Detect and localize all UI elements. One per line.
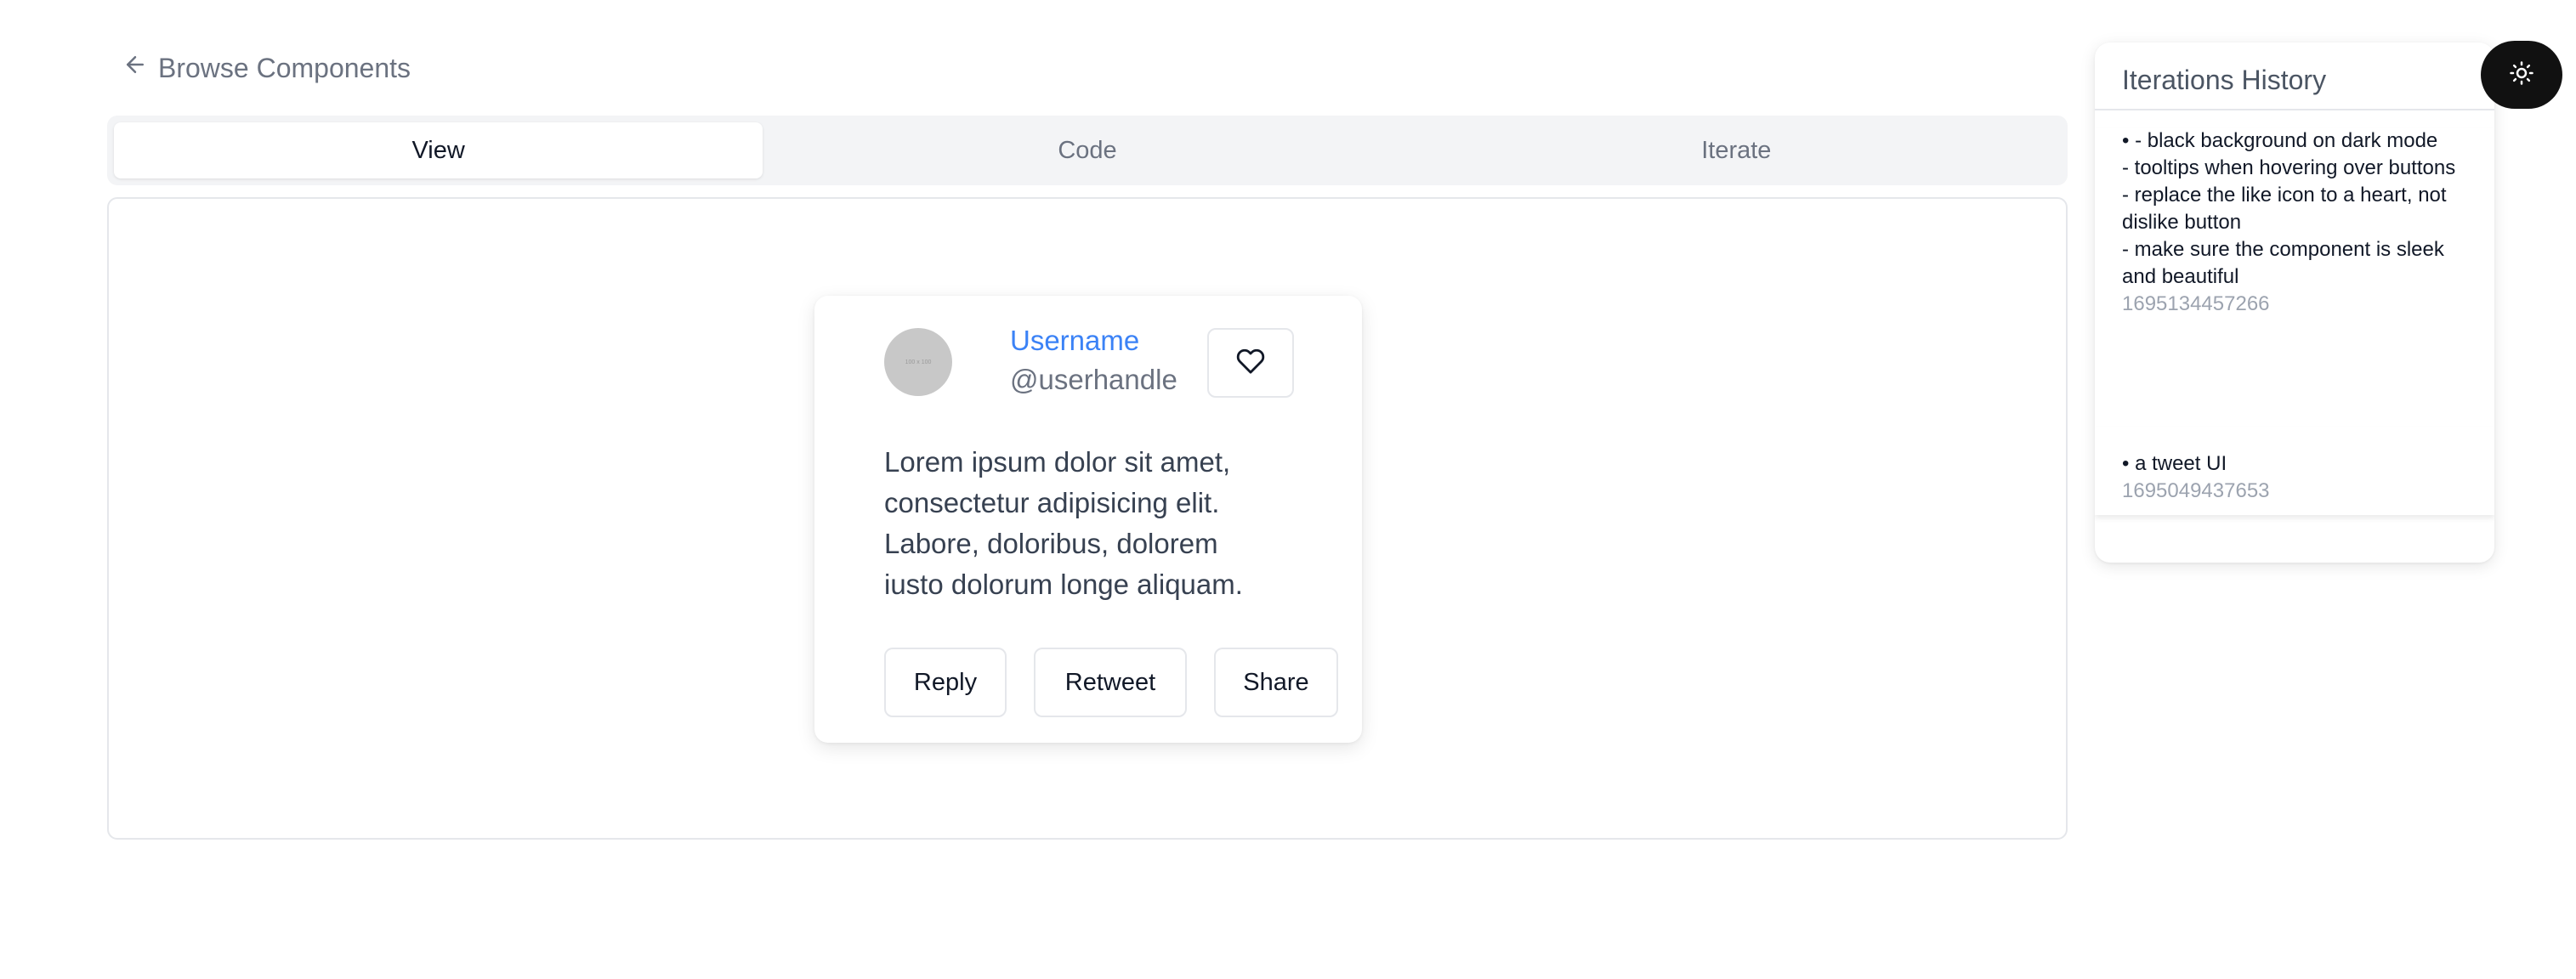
theme-toggle-button[interactable] xyxy=(2481,41,2562,109)
view-tabs: View Code Iterate xyxy=(107,116,2068,185)
history-item-prompt: • - black background on dark mode - tool… xyxy=(2122,129,2456,288)
share-button[interactable]: Share xyxy=(1214,648,1338,717)
reply-button[interactable]: Reply xyxy=(884,648,1007,717)
like-button[interactable] xyxy=(1207,328,1294,398)
divider xyxy=(2095,109,2494,110)
tab-code[interactable]: Code xyxy=(763,122,1411,178)
heart-icon xyxy=(1236,347,1265,380)
sun-icon xyxy=(2509,60,2534,90)
tweet-text: Lorem ipsum dolor sit amet, consectetur … xyxy=(884,446,1243,600)
retweet-button[interactable]: Retweet xyxy=(1034,648,1187,717)
history-item-timestamp: 1695134457266 xyxy=(2122,292,2270,315)
tweet-actions: Reply Retweet Share xyxy=(884,648,1338,717)
history-item[interactable]: • - black background on dark mode - tool… xyxy=(2095,127,2494,427)
browse-components-link[interactable]: Browse Components xyxy=(122,49,411,87)
tab-view[interactable]: View xyxy=(114,122,763,178)
arrow-left-icon xyxy=(122,52,148,84)
tweet-card: 100 x 100 Username @userhandle Lorem ips… xyxy=(814,296,1362,743)
iterations-history-title: Iterations History xyxy=(2122,64,2327,95)
browse-components-label: Browse Components xyxy=(158,52,411,83)
avatar-placeholder-text: 100 x 100 xyxy=(905,359,932,365)
history-item-prompt: • a tweet UI xyxy=(2122,452,2227,475)
tab-iterate[interactable]: Iterate xyxy=(1412,122,2061,178)
username-link[interactable]: Username xyxy=(1010,321,1177,360)
iterations-history-panel: Iterations History • - black background … xyxy=(2095,42,2494,563)
avatar: 100 x 100 xyxy=(884,328,952,396)
user-info: Username @userhandle xyxy=(1010,321,1177,399)
user-handle: @userhandle xyxy=(1010,364,1177,395)
history-item-timestamp: 1695049437653 xyxy=(2122,479,2270,502)
history-item[interactable]: • a tweet UI 1695049437653 xyxy=(2095,427,2494,515)
